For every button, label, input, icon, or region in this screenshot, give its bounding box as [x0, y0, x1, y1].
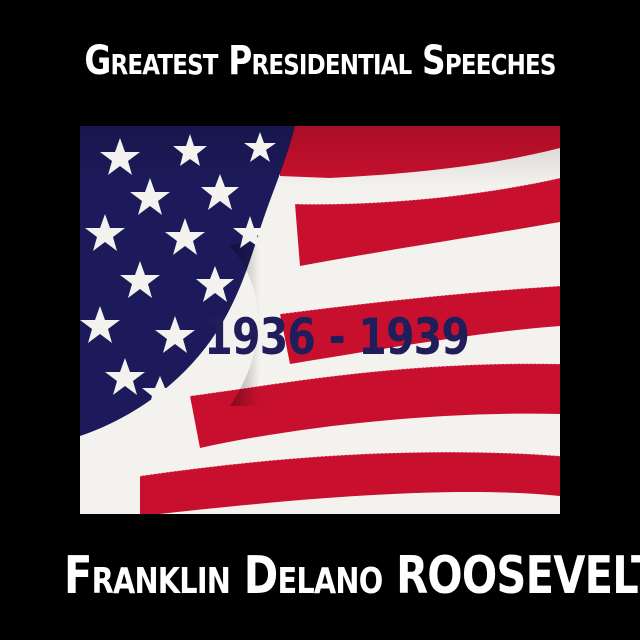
speaker-last-name: ROOSEVELT: [396, 546, 640, 606]
speaker-first-names: Franklin Delano: [64, 546, 383, 606]
series-title: Greatest Presidential Speeches: [84, 38, 556, 84]
album-cover: Greatest Presidential Speeches 1936 - 19…: [0, 0, 640, 640]
years-label: 1936 - 1939: [204, 308, 470, 366]
speaker-name: Franklin Delano ROOSEVELT: [64, 546, 640, 606]
